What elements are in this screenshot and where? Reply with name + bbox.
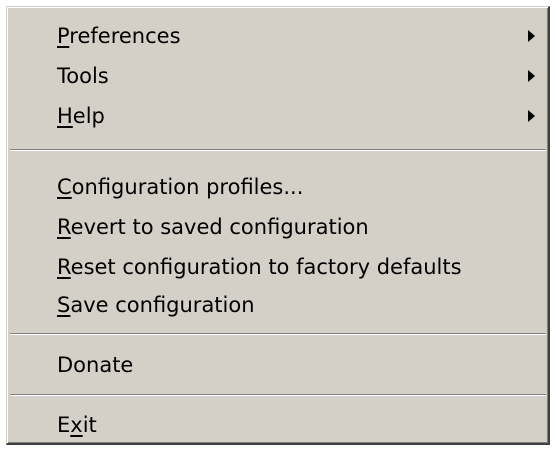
menu-item-label: Preferences [57,24,181,48]
menu-item-tools[interactable]: Tools [7,56,549,96]
menu-item-label: Save configuration [57,293,255,317]
menu-item-donate[interactable]: Donate [7,345,549,385]
menu-item-exit[interactable]: Exit [7,405,549,445]
menu-separator [10,394,546,396]
menu-separator [10,149,546,151]
menu-item-revert-configuration[interactable]: Revert to saved configuration [7,207,549,247]
chevron-right-icon [528,70,535,82]
menu-item-label: Exit [57,413,97,437]
menu-item-configuration-profiles[interactable]: Configuration profiles... [7,167,549,207]
chevron-right-icon [528,110,535,122]
menu-item-help[interactable]: Help [7,96,549,136]
menu-separator [10,333,546,335]
menu-item-label: Help [57,104,105,128]
menu-item-preferences[interactable]: Preferences [7,16,549,56]
menu-item-label: Donate [57,353,134,377]
menu-item-label: Reset configuration to factory defaults [57,255,462,279]
menu-item-label: Tools [57,64,109,88]
chevron-right-icon [528,30,535,42]
menu-item-label: Revert to saved configuration [57,215,369,239]
menu-item-label: Configuration profiles... [57,175,304,199]
menu-item-reset-configuration[interactable]: Reset configuration to factory defaults [7,247,549,287]
menu-item-save-configuration[interactable]: Save configuration [7,285,549,325]
context-menu: Preferences Tools Help Configuration pro… [6,6,550,445]
